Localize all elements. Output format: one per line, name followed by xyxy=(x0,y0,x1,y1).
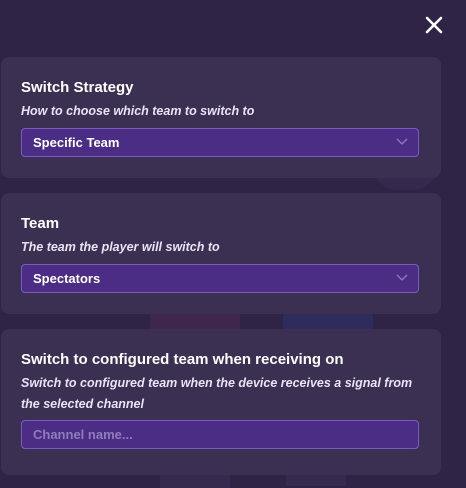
chevron-down-icon xyxy=(396,274,408,282)
switch-strategy-selected-value: Specific Team xyxy=(33,135,120,150)
channel-card: Switch to configured team when receiving… xyxy=(1,329,441,475)
close-icon xyxy=(425,16,443,34)
team-selected-value: Spectators xyxy=(33,271,101,286)
team-select[interactable]: Spectators xyxy=(21,264,419,293)
team-description: The team the player will switch to xyxy=(21,240,220,254)
switch-strategy-select[interactable]: Specific Team xyxy=(21,128,419,157)
team-title: Team xyxy=(21,215,60,232)
switch-strategy-description: How to choose which team to switch to xyxy=(21,104,255,118)
chevron-down-icon xyxy=(396,138,408,146)
channel-name-input[interactable] xyxy=(21,420,419,449)
switch-strategy-card: Switch Strategy How to choose which team… xyxy=(1,57,441,178)
close-button[interactable] xyxy=(421,12,447,38)
switch-strategy-title: Switch Strategy xyxy=(21,79,134,96)
team-card: Team The team the player will switch to … xyxy=(1,193,441,314)
channel-title: Switch to configured team when receiving… xyxy=(21,351,344,368)
channel-description: Switch to configured team when the devic… xyxy=(21,376,413,411)
